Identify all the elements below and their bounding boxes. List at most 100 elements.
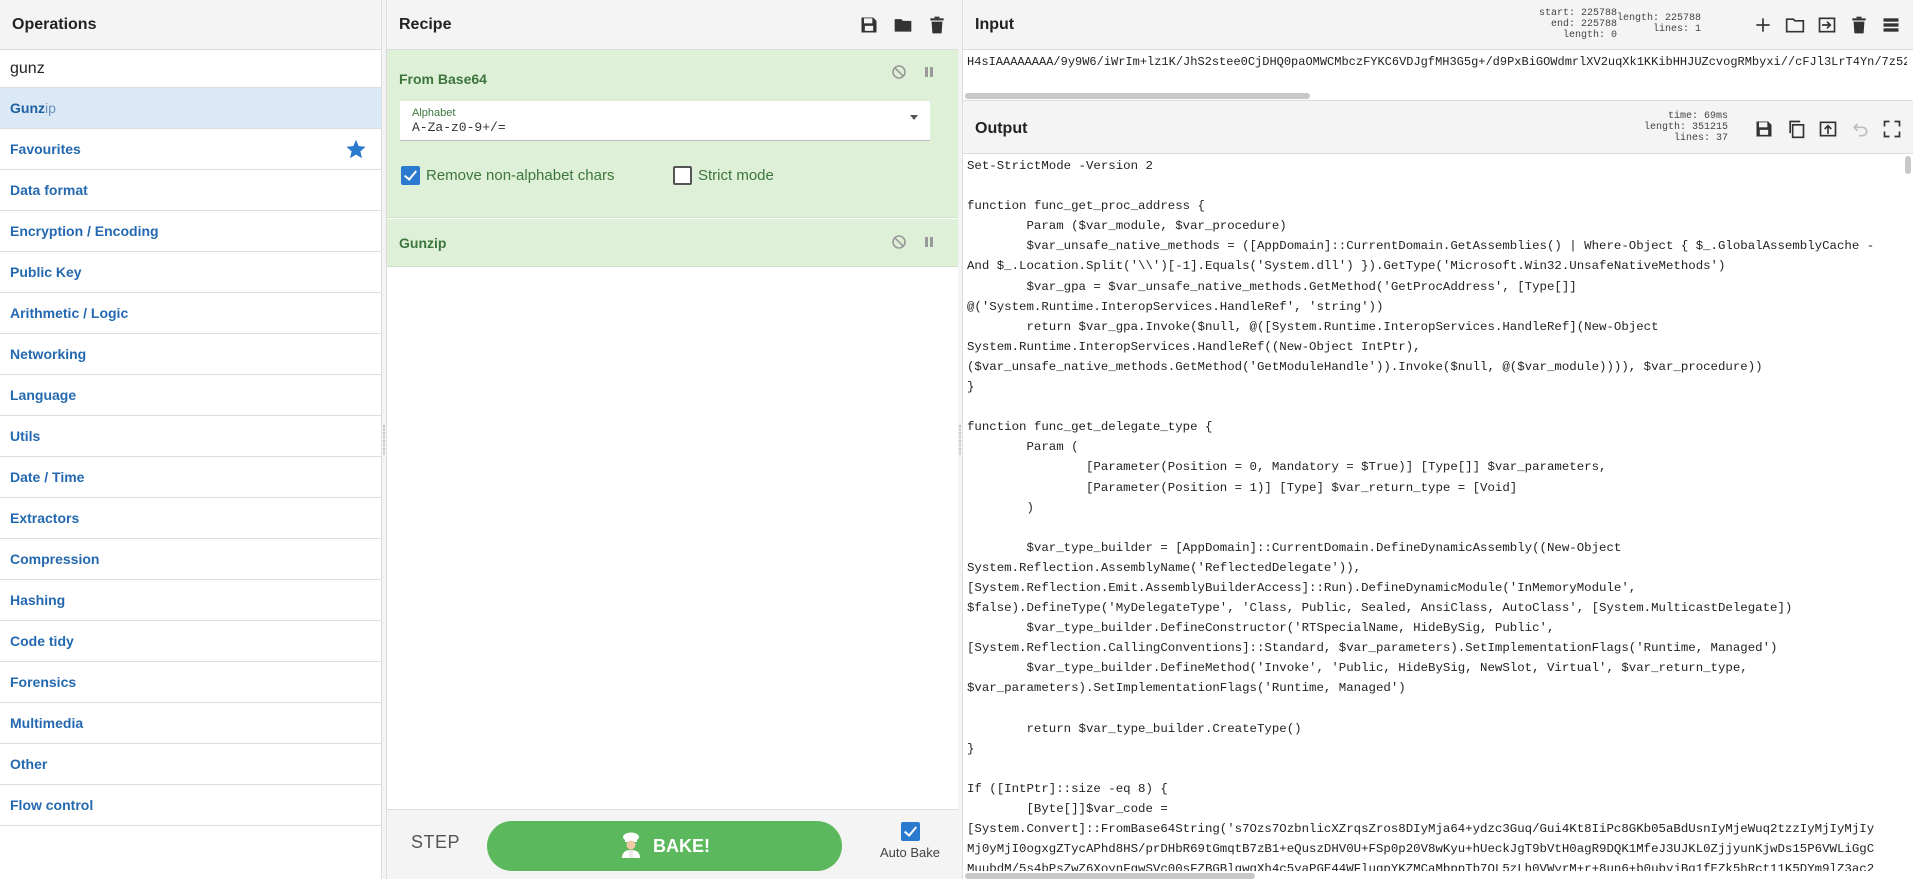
output-line: [System.Reflection.CallingConventions]::… [967, 641, 1778, 656]
save-icon[interactable] [859, 15, 879, 35]
save-icon[interactable] [1754, 119, 1774, 139]
star-icon [346, 139, 366, 159]
category-compression[interactable]: Compression [0, 539, 381, 580]
category-label: Code tidy [10, 633, 74, 649]
output-line: ) [967, 500, 1034, 515]
remove-non-alphabet-checkbox[interactable] [401, 166, 420, 185]
operations-panel: Operations Gunzip Favourites Data format E… [0, 0, 382, 879]
output-line: function func_get_proc_address { [967, 199, 1205, 214]
undo-icon[interactable] [1850, 119, 1870, 139]
disable-icon[interactable] [891, 234, 907, 250]
pause-icon[interactable] [921, 234, 937, 250]
auto-bake-option[interactable]: Auto Bake [870, 822, 950, 860]
output-line: $var_gpa = $var_unsafe_native_methods.Ge… [967, 279, 1577, 294]
category-forensics[interactable]: Forensics [0, 662, 381, 703]
category-label: Networking [10, 346, 87, 362]
remove-non-alphabet-option[interactable]: Remove non-alphabet chars [401, 166, 614, 185]
input-selection-stats: start: 225788 end: 225788 length: 0 [1538, 8, 1617, 41]
trash-icon[interactable] [927, 15, 947, 35]
folder-icon[interactable] [893, 15, 913, 35]
open-folder-icon[interactable] [1785, 15, 1805, 35]
output-scrollbar[interactable] [1905, 156, 1911, 174]
disable-icon[interactable] [891, 64, 907, 80]
remove-non-alphabet-label: Remove non-alphabet chars [426, 167, 615, 184]
recipe-op-gunzip[interactable]: Gunzip [387, 219, 959, 267]
input-header: Input start: 225788 end: 225788 length: … [963, 0, 1913, 50]
import-icon[interactable] [1817, 15, 1837, 35]
pause-icon[interactable] [921, 64, 937, 80]
output-line: [Parameter(Position = 0, Mandatory = $Tr… [967, 460, 1607, 475]
alphabet-dropdown[interactable]: Alphabet A-Za-z0-9+/= [400, 101, 930, 141]
trash-icon[interactable] [1849, 15, 1869, 35]
output-length: 351215 [1691, 122, 1728, 133]
output-line: ($var_unsafe_native_methods.GetMethod('G… [967, 359, 1763, 374]
search-result-rest: ip [45, 100, 56, 116]
bake-bar: STEP BAKE! Auto Bake [387, 809, 961, 879]
output-line: [Byte[]]$var_code = [967, 802, 1168, 816]
category-arithmetic-logic[interactable]: Arithmetic / Logic [0, 293, 381, 334]
category-label: Flow control [10, 797, 94, 813]
step-button[interactable]: STEP [411, 832, 460, 853]
output-line: @('System.Runtime.InteropServices.Handle… [967, 299, 1384, 314]
replace-input-icon[interactable] [1818, 119, 1838, 139]
category-hashing[interactable]: Hashing [0, 580, 381, 621]
category-label: Compression [10, 551, 100, 567]
input-textarea[interactable]: H4sIAAAAAAAA/9y9W6/iWrIm+lz1K/JhS2stee0C… [965, 52, 1907, 92]
output-line: } [967, 380, 975, 395]
output-line: $var_parameters).SetImplementationFlags(… [967, 681, 1406, 696]
input-toolbar [1753, 15, 1901, 35]
input-start: 225788 [1580, 8, 1617, 19]
strict-mode-label: Strict mode [698, 167, 774, 184]
category-language[interactable]: Language [0, 375, 381, 416]
output-time: 69ms [1703, 111, 1728, 122]
category-multimedia[interactable]: Multimedia [0, 703, 381, 744]
category-data-format[interactable]: Data format [0, 170, 381, 211]
output-text[interactable]: Set-StrictMode -Version 2 function func_g… [965, 156, 1907, 871]
maximize-icon[interactable] [1882, 119, 1902, 139]
plus-icon[interactable] [1753, 15, 1773, 35]
op-name-from-base64: From Base64 [399, 71, 487, 87]
recipe-header: Recipe [387, 0, 959, 50]
category-utils[interactable]: Utils [0, 416, 381, 457]
category-label: Hashing [10, 592, 66, 608]
category-flow-control[interactable]: Flow control [0, 785, 381, 826]
output-h-scrollbar[interactable] [965, 873, 1255, 879]
output-lines: 37 [1715, 133, 1728, 144]
search-result-match: Gunz [10, 100, 45, 116]
search-result-gunzip[interactable]: Gunzip [0, 88, 381, 129]
output-line: [System.Convert]::FromBase64String('s7Oz… [967, 822, 1875, 837]
category-other[interactable]: Other [0, 744, 381, 785]
category-favourites[interactable]: Favourites [0, 129, 381, 170]
category-label: Forensics [10, 674, 77, 690]
category-encryption-encoding[interactable]: Encryption / Encoding [0, 211, 381, 252]
bake-button[interactable]: BAKE! [487, 821, 842, 871]
category-label: Multimedia [10, 715, 84, 731]
strict-mode-checkbox[interactable] [673, 166, 692, 185]
auto-bake-checkbox[interactable] [900, 822, 920, 841]
output-line: return $var_type_builder.CreateType() [967, 721, 1302, 736]
category-label: Date / Time [10, 469, 85, 485]
recipe-op-from-base64[interactable]: From Base64 Alphabet A-Za-z0-9+/= Remove… [387, 50, 959, 218]
operations-search-input[interactable] [10, 60, 381, 78]
copy-icon[interactable] [1786, 119, 1806, 139]
category-list: Favourites Data format Encryption / Encodi… [0, 129, 381, 826]
category-public-key[interactable]: Public Key [0, 252, 381, 293]
output-line: System.Runtime.InteropServices.HandleRef… [967, 339, 1421, 354]
category-extractors[interactable]: Extractors [0, 498, 381, 539]
category-date-time[interactable]: Date / Time [0, 457, 381, 498]
category-label: Data format [10, 182, 88, 198]
input-scrollbar[interactable] [965, 93, 1310, 99]
input-title: Input [975, 16, 1015, 33]
layout-icon[interactable] [1881, 15, 1901, 35]
chef-icon [622, 832, 640, 859]
category-label: Other [10, 756, 48, 772]
alphabet-value: A-Za-z0-9+/= [412, 120, 506, 135]
category-code-tidy[interactable]: Code tidy [0, 621, 381, 662]
category-networking[interactable]: Networking [0, 334, 381, 375]
input-lines: 1 [1694, 24, 1701, 35]
strict-mode-option[interactable]: Strict mode [673, 166, 774, 185]
